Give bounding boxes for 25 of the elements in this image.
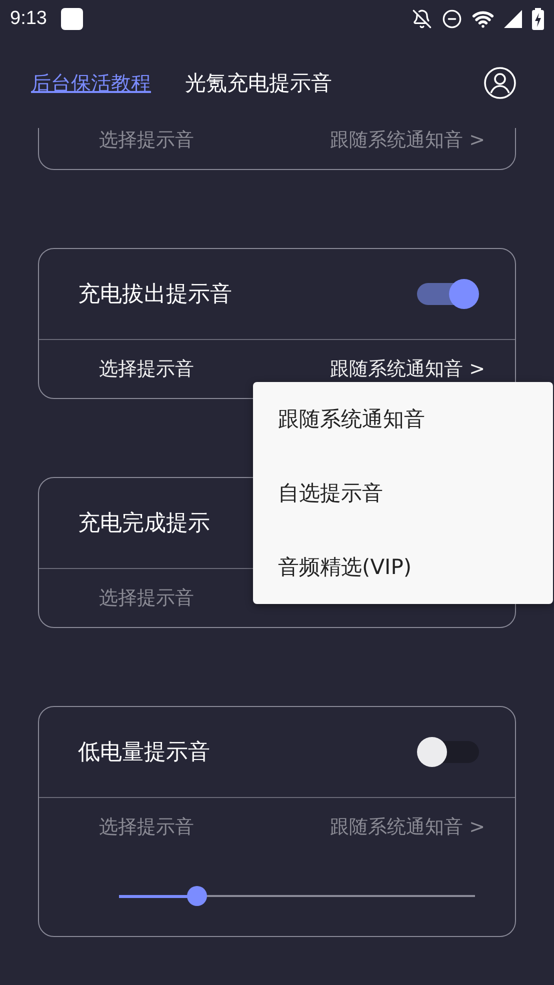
status-time: 9:13 xyxy=(10,8,47,30)
menu-item[interactable]: 跟随系统通知音 xyxy=(253,382,553,456)
tutorial-link[interactable]: 后台保活教程 xyxy=(31,70,151,96)
select-label: 选择提示音 xyxy=(99,586,194,611)
select-value: 跟随系统通知音 > xyxy=(330,357,485,382)
menu-item[interactable]: 自选提示音 xyxy=(253,456,553,530)
profile-icon[interactable] xyxy=(484,67,516,99)
select-label: 选择提示音 xyxy=(99,357,194,382)
toggle-switch[interactable] xyxy=(417,737,479,767)
wifi-icon xyxy=(472,8,494,30)
battery-icon xyxy=(532,8,544,30)
card-title: 充电拔出提示音 xyxy=(78,281,232,309)
notification-icon xyxy=(60,8,83,30)
menu-item[interactable]: 音频精选(VIP) xyxy=(253,530,553,604)
do-not-disturb-icon xyxy=(442,9,462,29)
card-title: 充电完成提示 xyxy=(78,510,210,538)
card-title: 低电量提示音 xyxy=(78,739,210,767)
select-value: 跟随系统通知音 > xyxy=(330,128,485,153)
select-value: 跟随系统通知音 > xyxy=(330,815,485,840)
toggle-switch[interactable] xyxy=(417,279,479,309)
app-title: 光氪充电提示音 xyxy=(185,70,332,97)
select-label: 选择提示音 xyxy=(99,128,194,153)
select-label: 选择提示音 xyxy=(99,815,194,840)
bell-off-icon xyxy=(412,9,432,29)
signal-icon xyxy=(504,10,522,28)
